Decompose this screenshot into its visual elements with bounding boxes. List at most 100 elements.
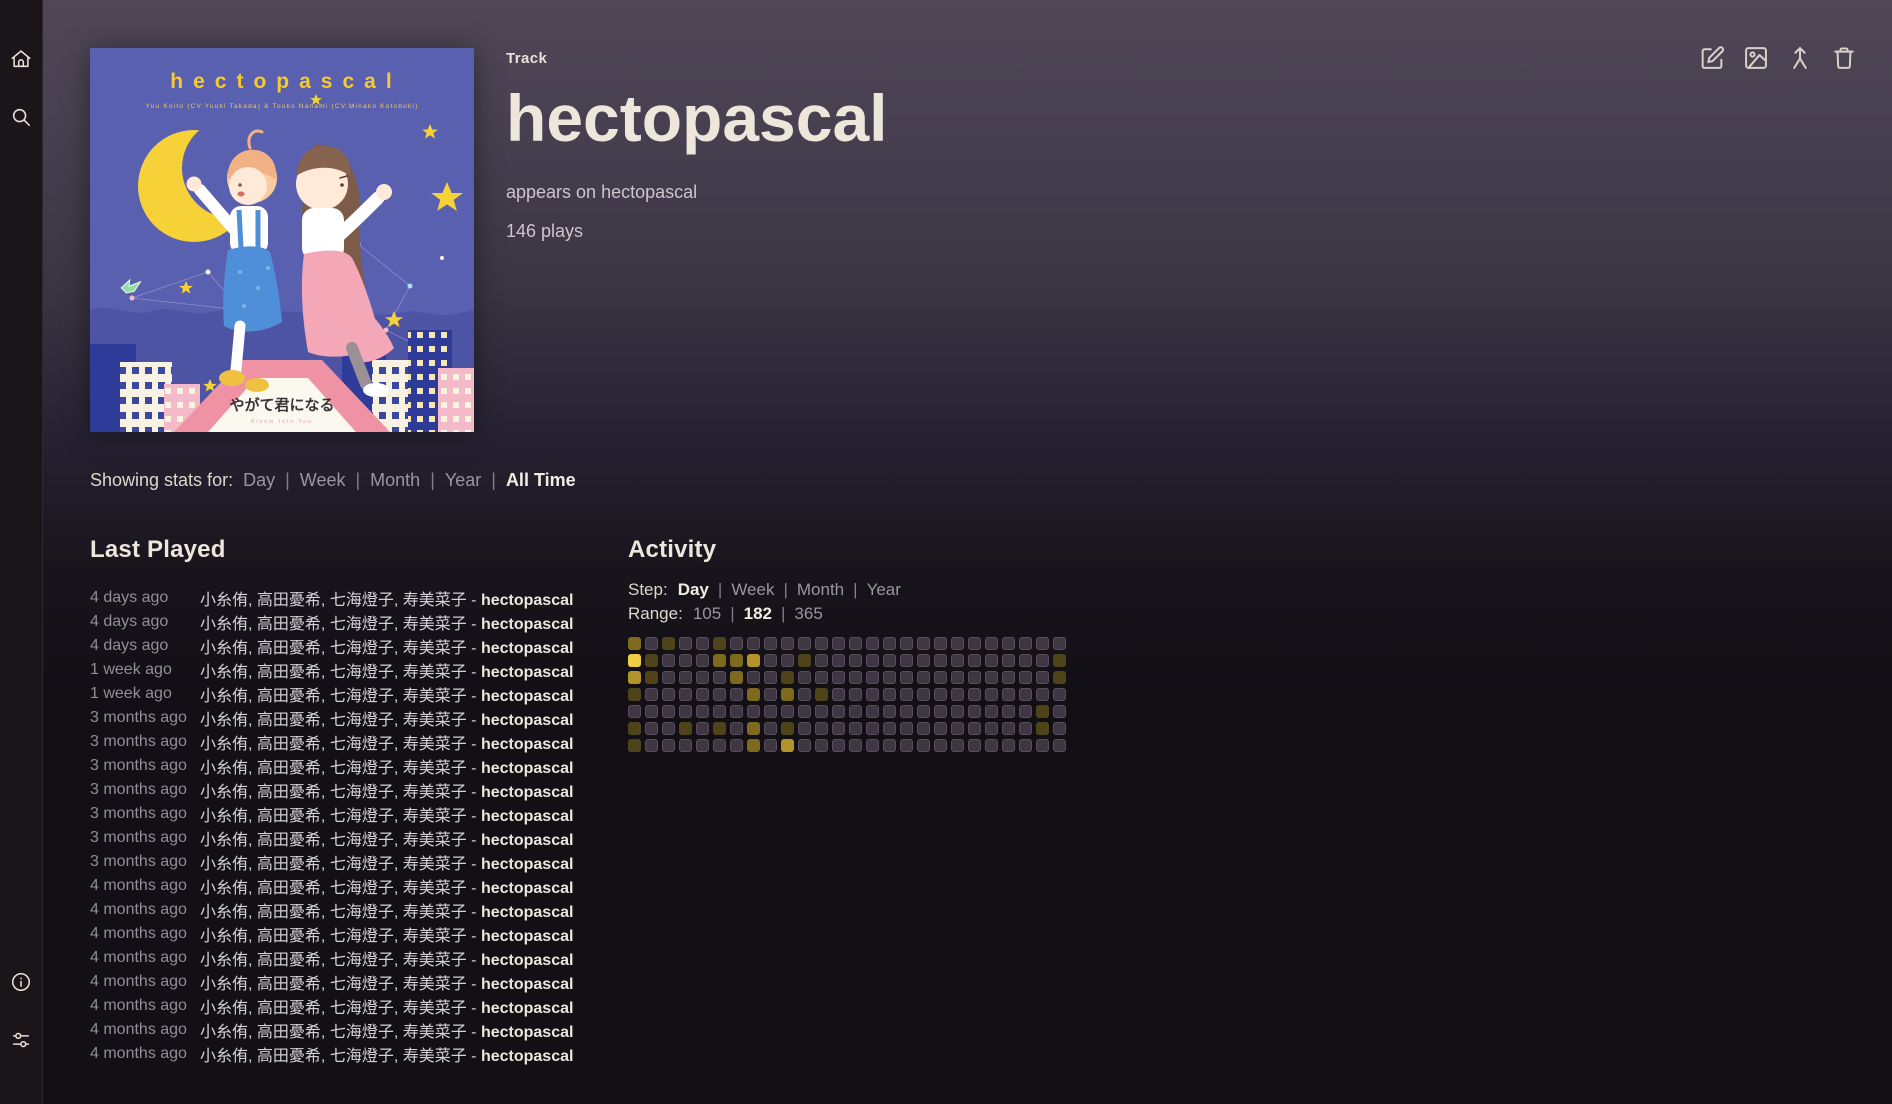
heatmap-cell[interactable] bbox=[713, 654, 726, 667]
heatmap-cell[interactable] bbox=[679, 654, 692, 667]
heatmap-cell[interactable] bbox=[781, 637, 794, 650]
track-link[interactable]: hectopascal bbox=[481, 760, 573, 777]
artist-link[interactable]: 寿美菜子 bbox=[403, 808, 467, 825]
heatmap-cell[interactable] bbox=[849, 637, 862, 650]
heatmap-cell[interactable] bbox=[730, 722, 743, 735]
heatmap-cell[interactable] bbox=[1019, 671, 1032, 684]
artist-link[interactable]: 寿美菜子 bbox=[403, 856, 467, 873]
heatmap-cell[interactable] bbox=[696, 637, 709, 650]
heatmap-cell[interactable] bbox=[815, 739, 828, 752]
heatmap-cell[interactable] bbox=[662, 688, 675, 701]
artist-link[interactable]: 寿美菜子 bbox=[403, 976, 467, 993]
artist-link[interactable]: 寿美菜子 bbox=[403, 664, 467, 681]
search-button[interactable] bbox=[10, 106, 32, 128]
heatmap-cell[interactable] bbox=[747, 671, 760, 684]
artist-link[interactable]: 小糸侑 bbox=[200, 784, 248, 801]
heatmap-cell[interactable] bbox=[764, 705, 777, 718]
heatmap-cell[interactable] bbox=[679, 705, 692, 718]
heatmap-cell[interactable] bbox=[985, 722, 998, 735]
artist-link[interactable]: 寿美菜子 bbox=[403, 760, 467, 777]
heatmap-cell[interactable] bbox=[798, 739, 811, 752]
heatmap-cell[interactable] bbox=[781, 722, 794, 735]
artist-link[interactable]: 寿美菜子 bbox=[403, 712, 467, 729]
heatmap-cell[interactable] bbox=[968, 637, 981, 650]
heatmap-cell[interactable] bbox=[866, 739, 879, 752]
heatmap-cell[interactable] bbox=[968, 671, 981, 684]
heatmap-cell[interactable] bbox=[662, 705, 675, 718]
artist-link[interactable]: 小糸侑 bbox=[200, 616, 248, 633]
heatmap-cell[interactable] bbox=[917, 705, 930, 718]
stats-option-week[interactable]: Week bbox=[300, 470, 346, 490]
settings-button[interactable] bbox=[10, 1029, 32, 1051]
heatmap-cell[interactable] bbox=[866, 722, 879, 735]
heatmap-cell[interactable] bbox=[645, 637, 658, 650]
heatmap-cell[interactable] bbox=[900, 654, 913, 667]
track-link[interactable]: hectopascal bbox=[481, 736, 573, 753]
heatmap-cell[interactable] bbox=[815, 637, 828, 650]
heatmap-cell[interactable] bbox=[628, 739, 641, 752]
heatmap-cell[interactable] bbox=[628, 705, 641, 718]
artist-link[interactable]: 七海燈子 bbox=[330, 760, 394, 777]
artist-link[interactable]: 高田憂希 bbox=[257, 904, 321, 921]
artist-link[interactable]: 寿美菜子 bbox=[403, 904, 467, 921]
heatmap-cell[interactable] bbox=[951, 705, 964, 718]
heatmap-cell[interactable] bbox=[883, 722, 896, 735]
heatmap-cell[interactable] bbox=[747, 705, 760, 718]
heatmap-cell[interactable] bbox=[883, 739, 896, 752]
merge-button[interactable] bbox=[1786, 44, 1814, 72]
heatmap-cell[interactable] bbox=[781, 688, 794, 701]
heatmap-cell[interactable] bbox=[713, 722, 726, 735]
artist-link[interactable]: 小糸侑 bbox=[200, 976, 248, 993]
artist-link[interactable]: 小糸侑 bbox=[200, 832, 248, 849]
heatmap-cell[interactable] bbox=[781, 705, 794, 718]
heatmap-cell[interactable] bbox=[679, 688, 692, 701]
heatmap-cell[interactable] bbox=[679, 722, 692, 735]
artist-link[interactable]: 七海燈子 bbox=[330, 736, 394, 753]
edit-button[interactable] bbox=[1698, 44, 1726, 72]
heatmap-cell[interactable] bbox=[679, 739, 692, 752]
heatmap-cell[interactable] bbox=[934, 637, 947, 650]
heatmap-cell[interactable] bbox=[849, 688, 862, 701]
heatmap-cell[interactable] bbox=[764, 637, 777, 650]
heatmap-cell[interactable] bbox=[628, 688, 641, 701]
heatmap-cell[interactable] bbox=[985, 705, 998, 718]
track-link[interactable]: hectopascal bbox=[481, 904, 573, 921]
track-link[interactable]: hectopascal bbox=[481, 880, 573, 897]
artist-link[interactable]: 小糸侑 bbox=[200, 1024, 248, 1041]
track-link[interactable]: hectopascal bbox=[481, 1048, 573, 1065]
track-link[interactable]: hectopascal bbox=[481, 832, 573, 849]
heatmap-cell[interactable] bbox=[764, 722, 777, 735]
heatmap-cell[interactable] bbox=[628, 722, 641, 735]
heatmap-cell[interactable] bbox=[747, 654, 760, 667]
artist-link[interactable]: 高田憂希 bbox=[257, 664, 321, 681]
heatmap-cell[interactable] bbox=[1019, 705, 1032, 718]
heatmap-cell[interactable] bbox=[781, 671, 794, 684]
heatmap-cell[interactable] bbox=[900, 722, 913, 735]
heatmap-cell[interactable] bbox=[645, 722, 658, 735]
heatmap-cell[interactable] bbox=[849, 654, 862, 667]
track-link[interactable]: hectopascal bbox=[481, 712, 573, 729]
heatmap-cell[interactable] bbox=[985, 739, 998, 752]
artist-link[interactable]: 小糸侑 bbox=[200, 592, 248, 609]
heatmap-cell[interactable] bbox=[985, 637, 998, 650]
artist-link[interactable]: 高田憂希 bbox=[257, 832, 321, 849]
heatmap-cell[interactable] bbox=[645, 654, 658, 667]
heatmap-cell[interactable] bbox=[696, 688, 709, 701]
artist-link[interactable]: 七海燈子 bbox=[330, 616, 394, 633]
artist-link[interactable]: 小糸侑 bbox=[200, 736, 248, 753]
heatmap-cell[interactable] bbox=[730, 637, 743, 650]
heatmap-cell[interactable] bbox=[1036, 671, 1049, 684]
artist-link[interactable]: 七海燈子 bbox=[330, 664, 394, 681]
heatmap-cell[interactable] bbox=[662, 722, 675, 735]
heatmap-cell[interactable] bbox=[764, 654, 777, 667]
heatmap-cell[interactable] bbox=[832, 739, 845, 752]
heatmap-cell[interactable] bbox=[781, 739, 794, 752]
artist-link[interactable]: 七海燈子 bbox=[330, 952, 394, 969]
heatmap-cell[interactable] bbox=[917, 671, 930, 684]
artist-link[interactable]: 小糸侑 bbox=[200, 760, 248, 777]
heatmap-cell[interactable] bbox=[985, 671, 998, 684]
heatmap-cell[interactable] bbox=[866, 705, 879, 718]
home-button[interactable] bbox=[10, 48, 32, 70]
range-option-365[interactable]: 365 bbox=[794, 604, 822, 623]
track-link[interactable]: hectopascal bbox=[481, 1024, 573, 1041]
